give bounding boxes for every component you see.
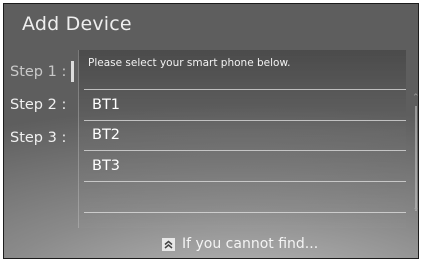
- page-title: Add Device: [22, 13, 132, 35]
- list-scrollbar[interactable]: ⌃ ⌄: [412, 54, 418, 219]
- step-1-label: Step 1 :: [10, 64, 67, 80]
- current-step-marker: [71, 61, 74, 82]
- device-list-item[interactable]: BT3: [84, 151, 406, 182]
- device-label: BT1: [92, 97, 121, 113]
- instruction-text: Please select your smart phone below.: [88, 57, 291, 69]
- double-chevron-up-icon: [162, 237, 175, 251]
- add-device-screen: Add Device Step 1 : Step 2 : Step 3 : Pl…: [3, 3, 419, 259]
- step-3-label: Step 3 :: [10, 130, 67, 146]
- step-2-label: Step 2 :: [10, 97, 67, 113]
- device-list-item[interactable]: BT1: [84, 89, 406, 121]
- cannot-find-button[interactable]: If you cannot find...: [162, 234, 318, 254]
- scroll-up-icon[interactable]: ⌃: [412, 94, 418, 103]
- device-list-item[interactable]: BT2: [84, 120, 406, 151]
- cannot-find-label: If you cannot find...: [182, 236, 319, 252]
- device-label: BT3: [92, 158, 121, 174]
- device-label: BT2: [92, 127, 121, 143]
- scroll-track[interactable]: [415, 106, 417, 211]
- scroll-down-icon[interactable]: ⌄: [412, 204, 418, 213]
- empty-list-row: [84, 182, 406, 213]
